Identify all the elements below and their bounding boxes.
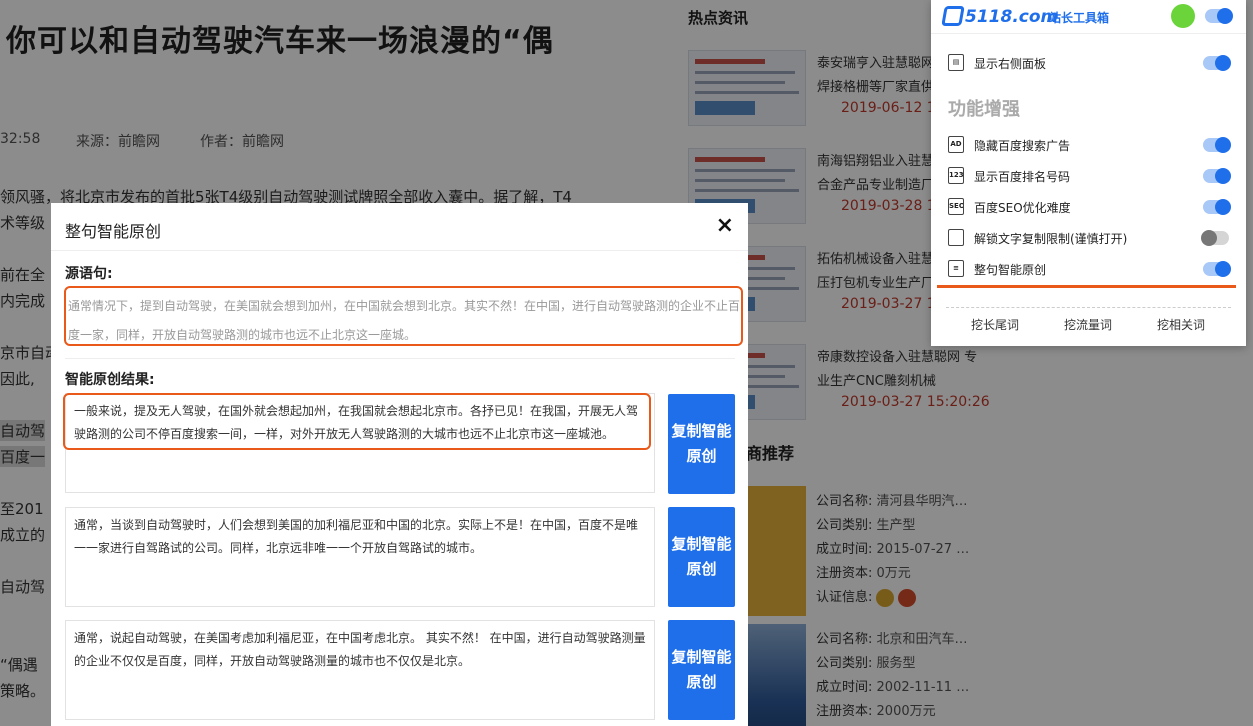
feature-toggle[interactable]: [1203, 137, 1231, 153]
feature-row[interactable]: 123 显示百度排名号码: [948, 166, 1233, 186]
feature-row[interactable]: AD 隐藏百度搜索广告: [948, 135, 1233, 155]
traffic-keywords-link[interactable]: 挖流量词: [1064, 316, 1112, 333]
panel-icon: ▤: [948, 54, 964, 71]
section-title: 功能增强: [948, 99, 1020, 120]
feature-label: 整句智能原创: [974, 263, 1047, 277]
feature-label: 隐藏百度搜索广告: [974, 139, 1071, 153]
rewrite-dialog: 整句智能原创 × 源语句: 通常情况下，提到自动驾驶，在美国就会想到加州，在中国…: [51, 203, 748, 726]
feature-label: 显示百度排名号码: [974, 170, 1071, 184]
feature-toggle[interactable]: [1201, 230, 1229, 246]
copy-result-button[interactable]: 复制智能原创: [668, 620, 735, 720]
feature-label: 解锁文字复制限制(谨慎打开): [974, 232, 1128, 246]
source-label: 源语句:: [65, 266, 113, 282]
extension-master-toggle[interactable]: [1205, 8, 1233, 24]
feature-highlight: [937, 285, 1236, 288]
extension-popup: 5118.com 站长工具箱 ▤ 显示右侧面板 功能增强 AD 隐藏百度搜索广告…: [931, 0, 1246, 346]
extension-logo: 5118.com: [941, 6, 1058, 27]
feature-row[interactable]: SEO 百度SEO优化难度: [948, 197, 1233, 217]
dialog-title: 整句智能原创: [65, 222, 162, 241]
copy-unlock-icon: [948, 229, 964, 246]
seo-icon: SEO: [948, 198, 964, 215]
ad-icon: AD: [948, 136, 964, 153]
rank-icon: 123: [948, 167, 964, 184]
divider: [946, 307, 1231, 308]
copy-result-button[interactable]: 复制智能原创: [668, 507, 735, 607]
close-icon[interactable]: ×: [716, 213, 734, 239]
long-tail-keywords-link[interactable]: 挖长尾词: [971, 316, 1019, 333]
show-panel-label: 显示右侧面板: [974, 57, 1047, 71]
related-keywords-link[interactable]: 挖相关词: [1157, 316, 1205, 333]
result-text[interactable]: 通常，当谈到自动驾驶时，人们会想到美国的加利福尼亚和中国的北京。实际上不是！在中…: [65, 507, 655, 607]
source-sentence[interactable]: 通常情况下，提到自动驾驶，在美国就会想到加州，在中国就会想到北京。其实不然！在中…: [64, 286, 743, 346]
result-text[interactable]: 通常，说起自动驾驶，在美国考虑加利福尼亚，在中国考虑北京。 其实不然！ 在中国，…: [65, 620, 655, 720]
copy-result-button[interactable]: 复制智能原创: [668, 394, 735, 494]
show-panel-row[interactable]: ▤ 显示右侧面板: [948, 53, 1233, 73]
result-text[interactable]: 一般来说，提及无人驾驶，在国外就会想起加州，在我国就会想起北京市。各抒已见！在我…: [65, 393, 655, 493]
divider: [65, 358, 735, 359]
result-label: 智能原创结果:: [65, 372, 155, 388]
rewrite-icon: ≡: [948, 260, 964, 277]
feature-toggle[interactable]: [1203, 199, 1231, 215]
dialog-header: 整句智能原创 ×: [51, 203, 748, 251]
feature-label: 百度SEO优化难度: [974, 201, 1071, 215]
extension-tag: 站长工具箱: [1049, 11, 1110, 25]
logo-mark-icon: [941, 6, 965, 26]
feature-toggle[interactable]: [1203, 168, 1231, 184]
feature-row[interactable]: 解锁文字复制限制(谨慎打开): [948, 228, 1233, 248]
status-indicator: [1171, 4, 1195, 28]
feature-toggle[interactable]: [1203, 261, 1231, 277]
show-panel-toggle[interactable]: [1203, 55, 1231, 71]
extension-header: 5118.com 站长工具箱: [931, 0, 1246, 34]
feature-row[interactable]: ≡ 整句智能原创: [948, 259, 1233, 279]
